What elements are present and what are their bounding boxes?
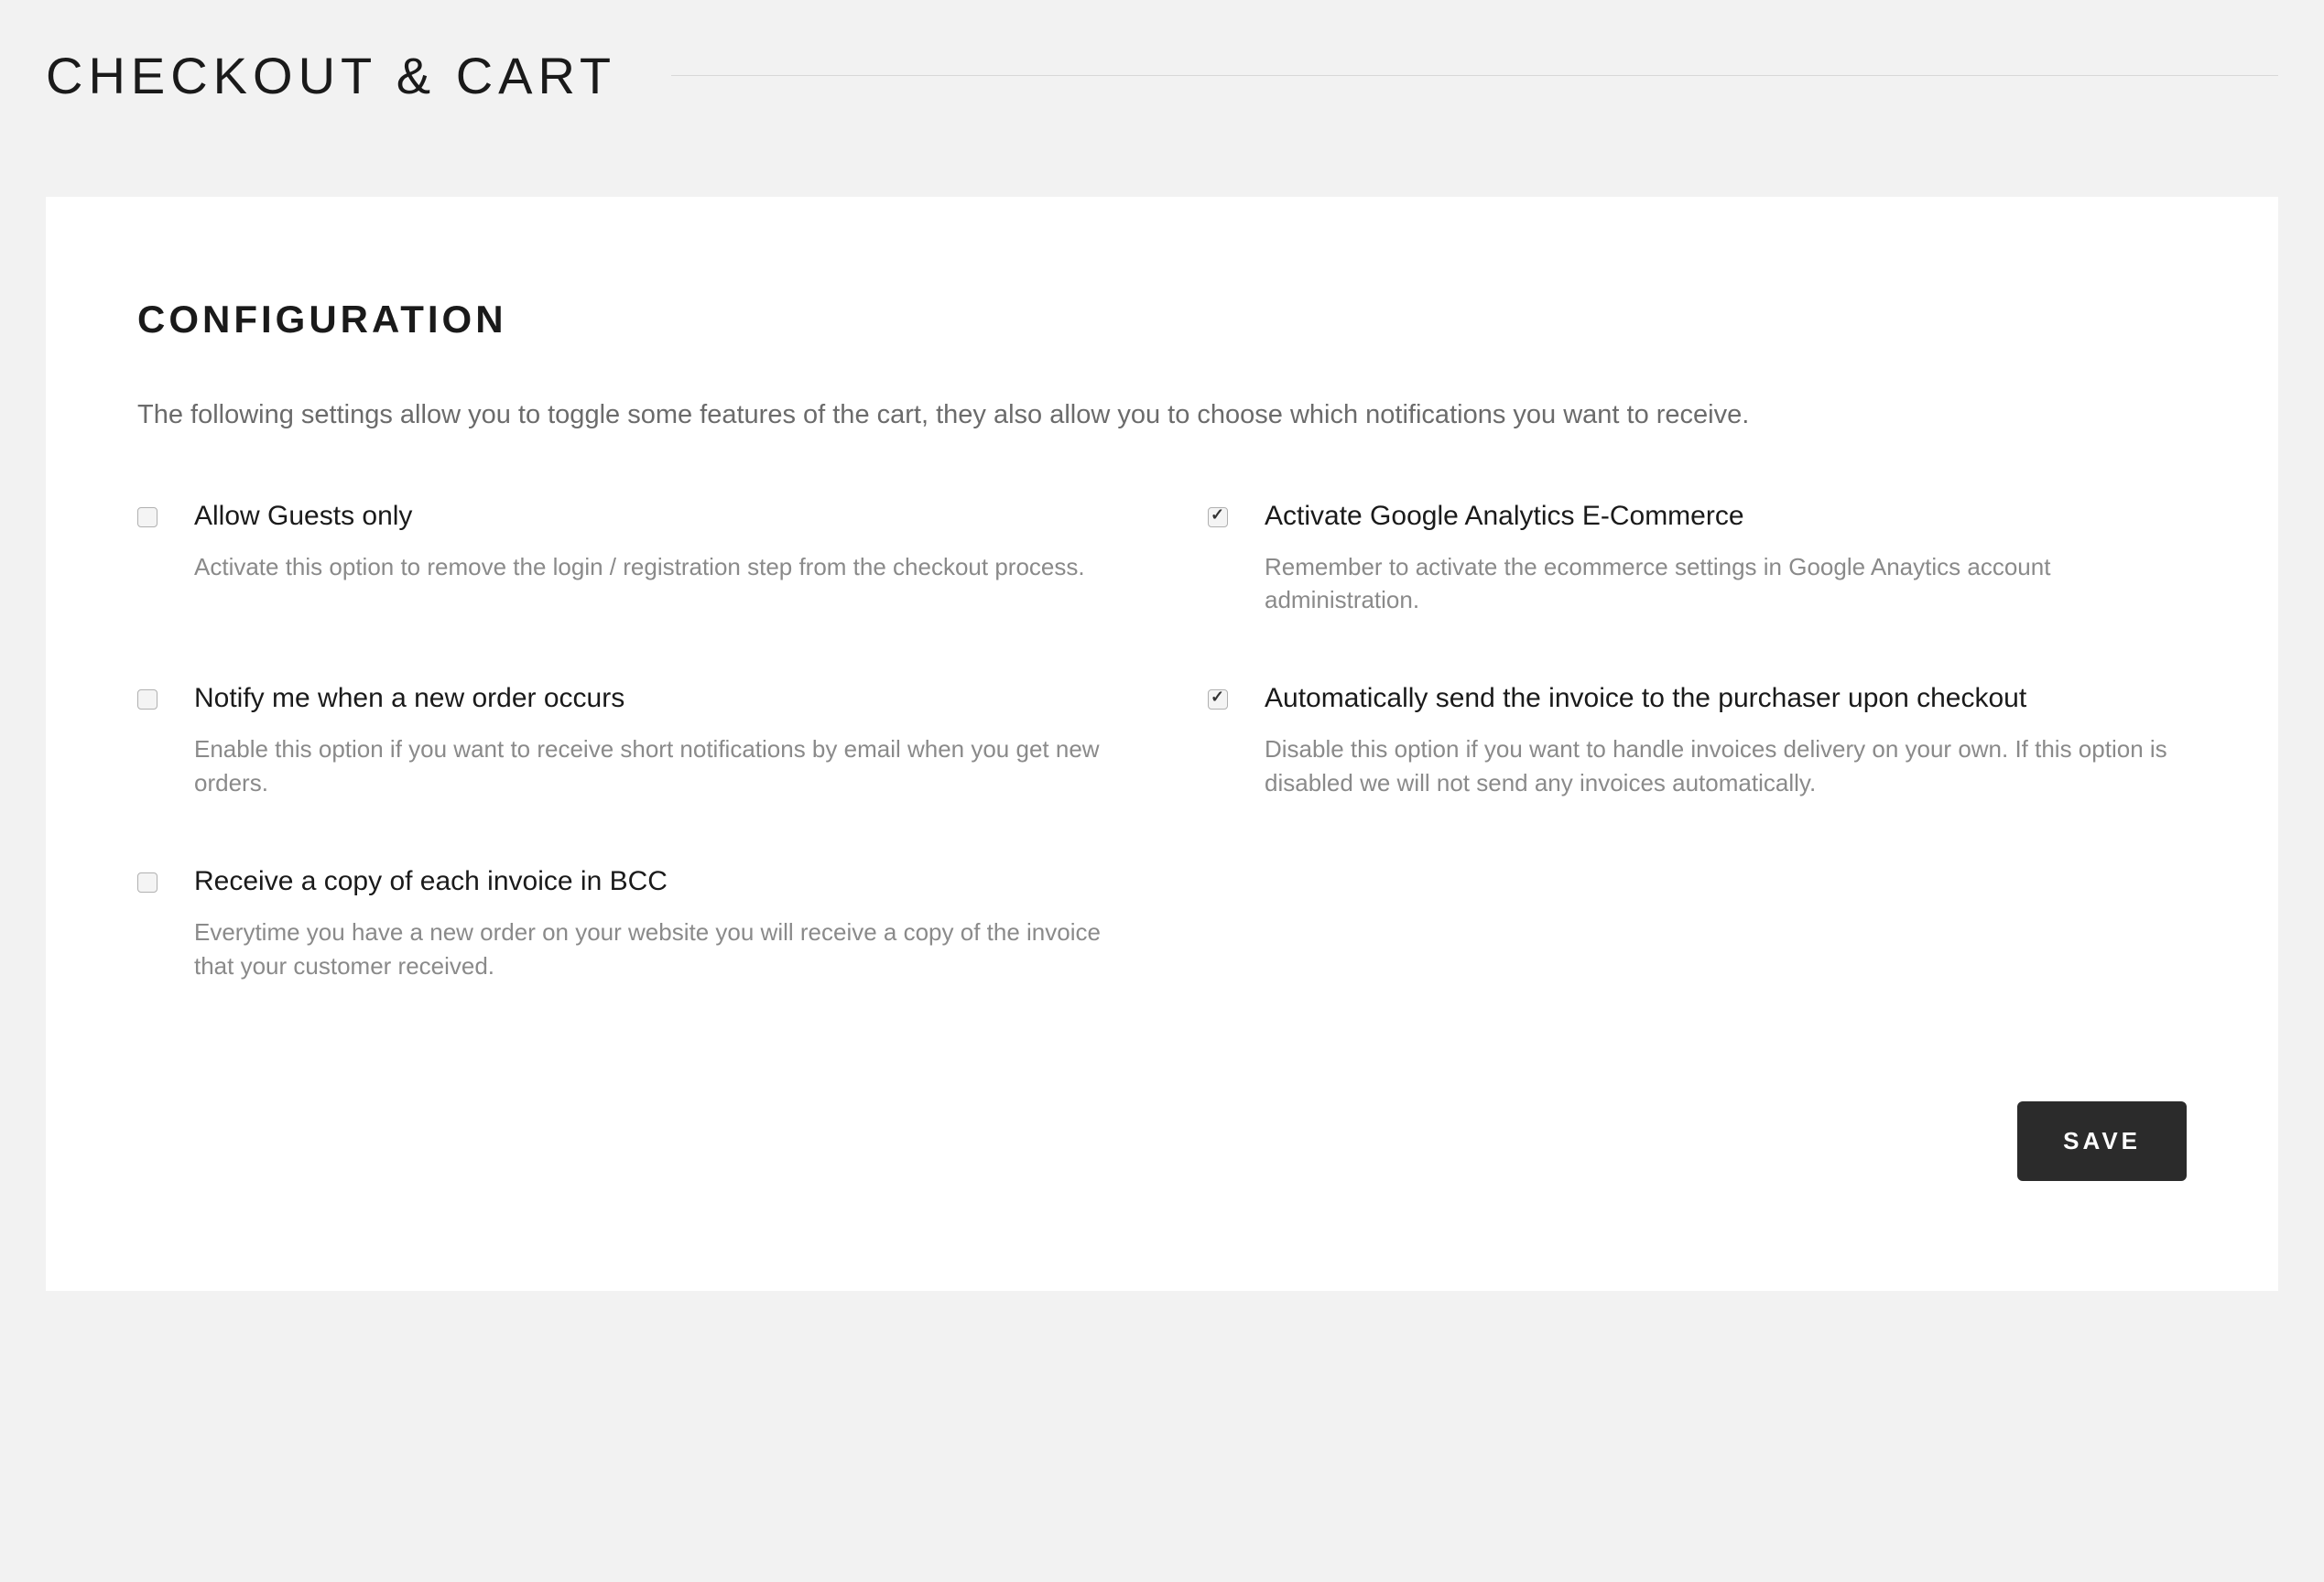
bcc-invoice-label: Receive a copy of each invoice in BCC	[194, 863, 1116, 899]
setting-allow-guests: Allow Guests only Activate this option t…	[137, 498, 1116, 617]
bcc-invoice-checkbox[interactable]	[137, 872, 157, 893]
auto-invoice-checkbox[interactable]	[1208, 689, 1228, 710]
setting-notify-new-order: Notify me when a new order occurs Enable…	[137, 680, 1116, 799]
save-button[interactable]: SAVE	[2017, 1101, 2187, 1181]
setting-text: Automatically send the invoice to the pu…	[1265, 680, 2187, 799]
google-analytics-help: Remember to activate the ecommerce setti…	[1265, 550, 2187, 617]
allow-guests-label: Allow Guests only	[194, 498, 1116, 534]
setting-text: Receive a copy of each invoice in BCC Ev…	[194, 863, 1116, 982]
page-header: CHECKOUT & CART	[46, 46, 2278, 105]
bcc-invoice-help: Everytime you have a new order on your w…	[194, 916, 1116, 982]
section-title: CONFIGURATION	[137, 298, 2187, 341]
google-analytics-checkbox[interactable]	[1208, 507, 1228, 527]
notify-new-order-checkbox[interactable]	[137, 689, 157, 710]
configuration-panel: CONFIGURATION The following settings all…	[46, 197, 2278, 1291]
setting-text: Allow Guests only Activate this option t…	[194, 498, 1116, 583]
auto-invoice-label: Automatically send the invoice to the pu…	[1265, 680, 2187, 716]
button-row: SAVE	[137, 1101, 2187, 1181]
setting-text: Activate Google Analytics E-Commerce Rem…	[1265, 498, 2187, 617]
setting-auto-invoice: Automatically send the invoice to the pu…	[1208, 680, 2187, 799]
allow-guests-help: Activate this option to remove the login…	[194, 550, 1116, 583]
notify-new-order-label: Notify me when a new order occurs	[194, 680, 1116, 716]
section-description: The following settings allow you to togg…	[137, 396, 2187, 434]
setting-text: Notify me when a new order occurs Enable…	[194, 680, 1116, 799]
allow-guests-checkbox[interactable]	[137, 507, 157, 527]
google-analytics-label: Activate Google Analytics E-Commerce	[1265, 498, 2187, 534]
setting-bcc-invoice: Receive a copy of each invoice in BCC Ev…	[137, 863, 1116, 982]
settings-grid: Allow Guests only Activate this option t…	[137, 498, 2187, 982]
header-divider	[671, 75, 2278, 76]
setting-google-analytics: Activate Google Analytics E-Commerce Rem…	[1208, 498, 2187, 617]
auto-invoice-help: Disable this option if you want to handl…	[1265, 732, 2187, 799]
notify-new-order-help: Enable this option if you want to receiv…	[194, 732, 1116, 799]
page-title: CHECKOUT & CART	[46, 46, 616, 105]
